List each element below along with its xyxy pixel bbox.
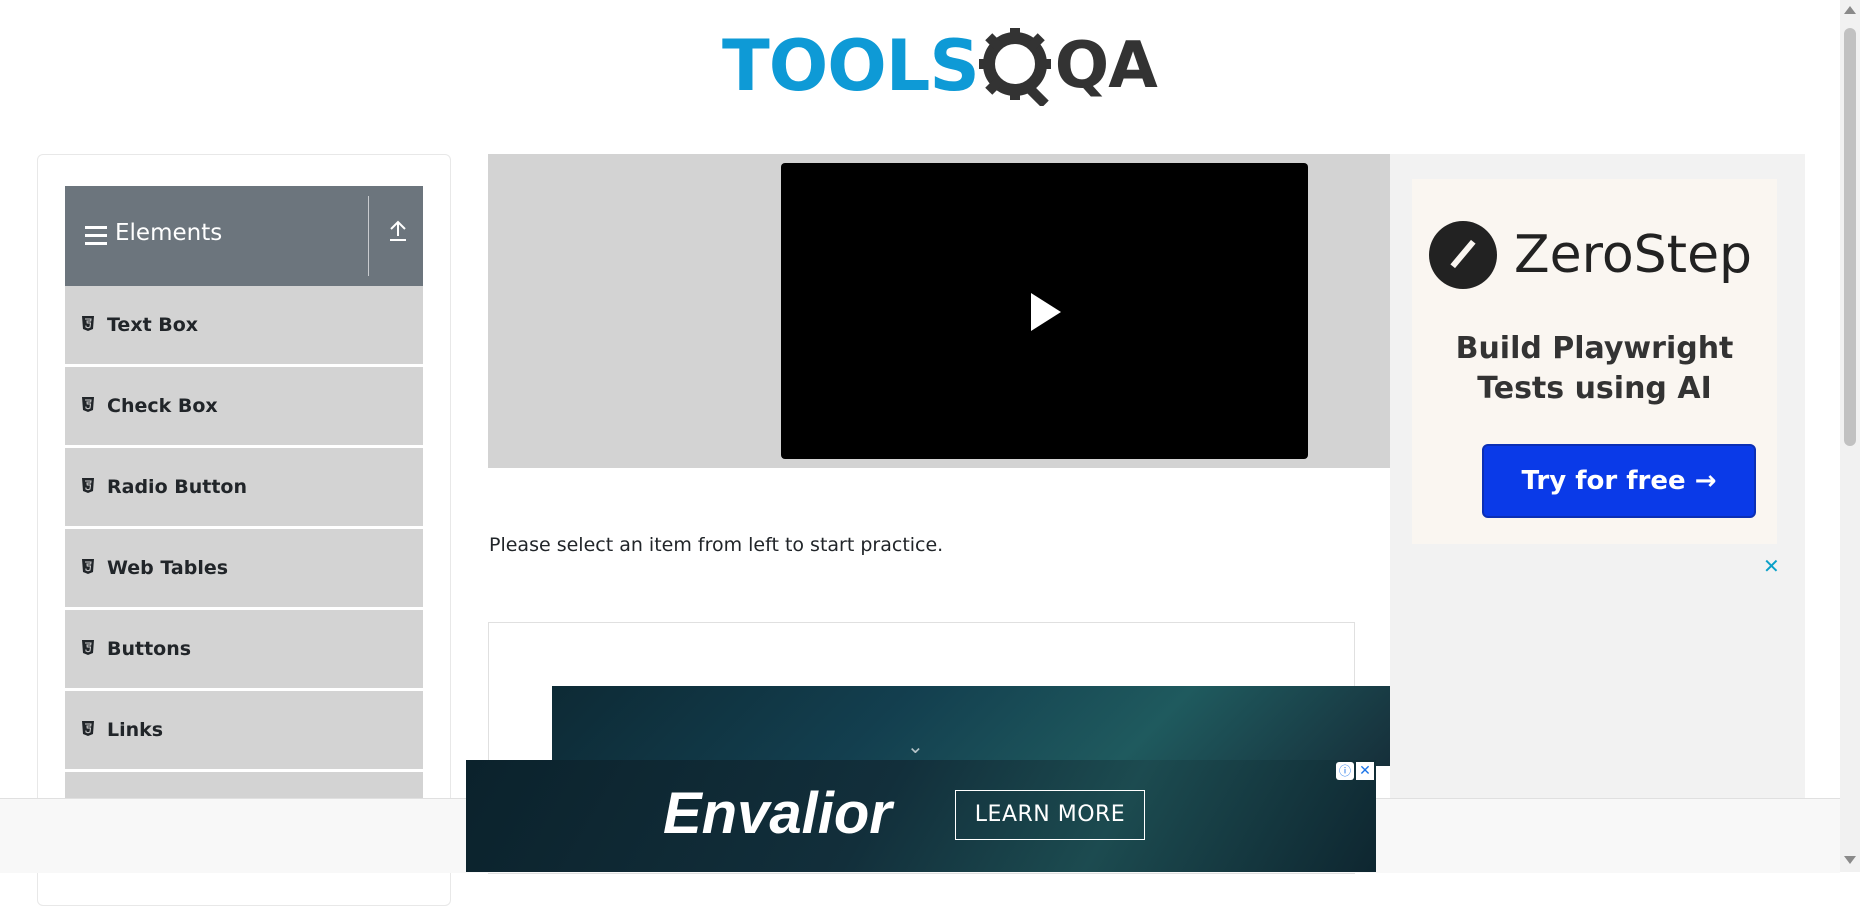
video-player[interactable] bbox=[781, 163, 1308, 459]
headline-line-1: Build Playwright bbox=[1455, 331, 1734, 366]
sidebar-item-links[interactable]: Links bbox=[65, 691, 423, 770]
sidebar-item-label: Text Box bbox=[107, 314, 199, 336]
html5-icon bbox=[82, 559, 94, 574]
learn-more-button[interactable]: LEARN MORE bbox=[955, 790, 1145, 840]
toolsqa-logo[interactable]: TOOLS QA bbox=[722, 18, 1158, 114]
envalior-brand: Envalior bbox=[663, 781, 892, 846]
collapsed-ad-banner[interactable]: ⌄ bbox=[552, 686, 1390, 766]
sidebar-item-label: Buttons bbox=[107, 638, 192, 660]
logo-text-tools: TOOLS bbox=[722, 25, 980, 107]
zerostep-brand: ZeroStep bbox=[1514, 225, 1753, 285]
collapse-icon[interactable] bbox=[383, 220, 413, 250]
sidebar-item-buttons[interactable]: Buttons bbox=[65, 610, 423, 689]
headline-line-2: Tests using AI bbox=[1477, 371, 1712, 406]
sidebar-item-label: Web Tables bbox=[107, 557, 229, 579]
try-for-free-button[interactable]: Try for free → bbox=[1482, 444, 1756, 518]
video-ad-container bbox=[488, 154, 1390, 468]
sidebar-item-text-box[interactable]: Text Box bbox=[65, 286, 423, 365]
sidebar-item-label: Check Box bbox=[107, 395, 218, 417]
right-ad[interactable]: ZeroStep Build Playwright Tests using AI… bbox=[1390, 154, 1805, 872]
page-scrollbar[interactable] bbox=[1840, 0, 1860, 872]
html5-icon bbox=[82, 316, 94, 331]
group-title: Elements bbox=[115, 220, 223, 246]
sidebar-item-label: Radio Button bbox=[107, 476, 247, 498]
envalior-ad[interactable]: Envalior LEARN MORE ⓘ ✕ bbox=[466, 760, 1376, 872]
ad-close-icon[interactable]: ✕ bbox=[1763, 554, 1780, 578]
header-divider bbox=[368, 196, 369, 276]
html5-icon bbox=[82, 397, 94, 412]
zerostep-ad-card[interactable]: ZeroStep Build Playwright Tests using AI… bbox=[1412, 179, 1777, 544]
logo-text-qa: QA bbox=[1054, 29, 1158, 103]
scroll-down-arrow-icon[interactable] bbox=[1844, 856, 1856, 864]
scroll-up-arrow-icon[interactable] bbox=[1844, 6, 1856, 14]
ad-info-icon[interactable]: ⓘ bbox=[1336, 762, 1354, 780]
ad-close-icon[interactable]: ✕ bbox=[1356, 762, 1374, 780]
zerostep-logo-icon bbox=[1429, 221, 1497, 289]
html5-icon bbox=[82, 721, 94, 736]
elements-group-header[interactable]: Elements bbox=[65, 186, 423, 286]
sidebar-item-check-box[interactable]: Check Box bbox=[65, 367, 423, 446]
practice-message: Please select an item from left to start… bbox=[489, 534, 944, 556]
sidebar: Elements Text Box Check Box Radio Button… bbox=[37, 154, 451, 906]
html5-icon bbox=[82, 640, 94, 655]
hamburger-icon bbox=[85, 226, 107, 246]
scroll-thumb[interactable] bbox=[1844, 28, 1856, 446]
play-icon[interactable] bbox=[1031, 293, 1061, 331]
sidebar-item-web-tables[interactable]: Web Tables bbox=[65, 529, 423, 608]
sidebar-item-radio-button[interactable]: Radio Button bbox=[65, 448, 423, 527]
html5-icon bbox=[82, 478, 94, 493]
menu-list: Text Box Check Box Radio Button Web Tabl… bbox=[65, 286, 423, 853]
gear-magnifier-icon bbox=[978, 28, 1051, 106]
chevron-down-icon[interactable]: ⌄ bbox=[907, 734, 924, 758]
zerostep-headline: Build Playwright Tests using AI bbox=[1412, 329, 1777, 409]
sidebar-item-label: Links bbox=[107, 719, 164, 741]
